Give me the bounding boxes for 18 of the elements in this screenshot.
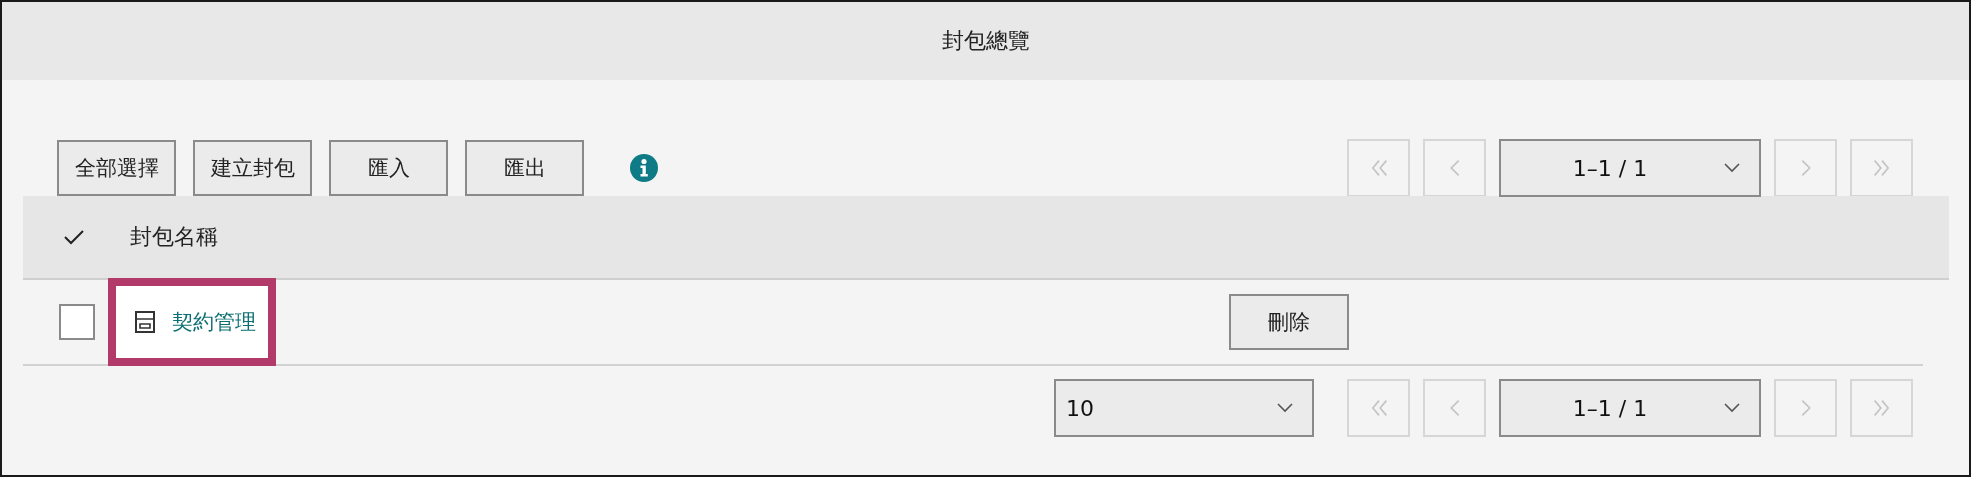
page-range-dropdown[interactable]: 1–1 / 1 [1499,139,1761,197]
caret-icon [1723,162,1741,174]
toolbar-button[interactable]: 全部選擇 [57,140,176,196]
toolbar-button[interactable]: 建立封包 [193,140,312,196]
checkbox[interactable] [59,304,95,340]
page-size-dropdown[interactable]: 10 [1054,379,1314,437]
column-header: 封包名稱 [130,223,218,251]
document-icon [134,310,156,334]
caret-icon [1276,402,1294,414]
package-link[interactable]: 契約管理 [172,308,256,336]
caret-icon [1723,402,1741,414]
toolbar-button[interactable]: 匯入 [329,140,448,196]
page-range-dropdown[interactable]: 1–1 / 1 [1499,379,1761,437]
info-icon[interactable] [629,153,659,183]
window-title: 封包總覽 [2,2,1969,80]
check-icon[interactable] [63,228,85,246]
toolbar-button[interactable]: 匯出 [465,140,584,196]
delete-button[interactable]: 刪除 [1229,294,1349,350]
